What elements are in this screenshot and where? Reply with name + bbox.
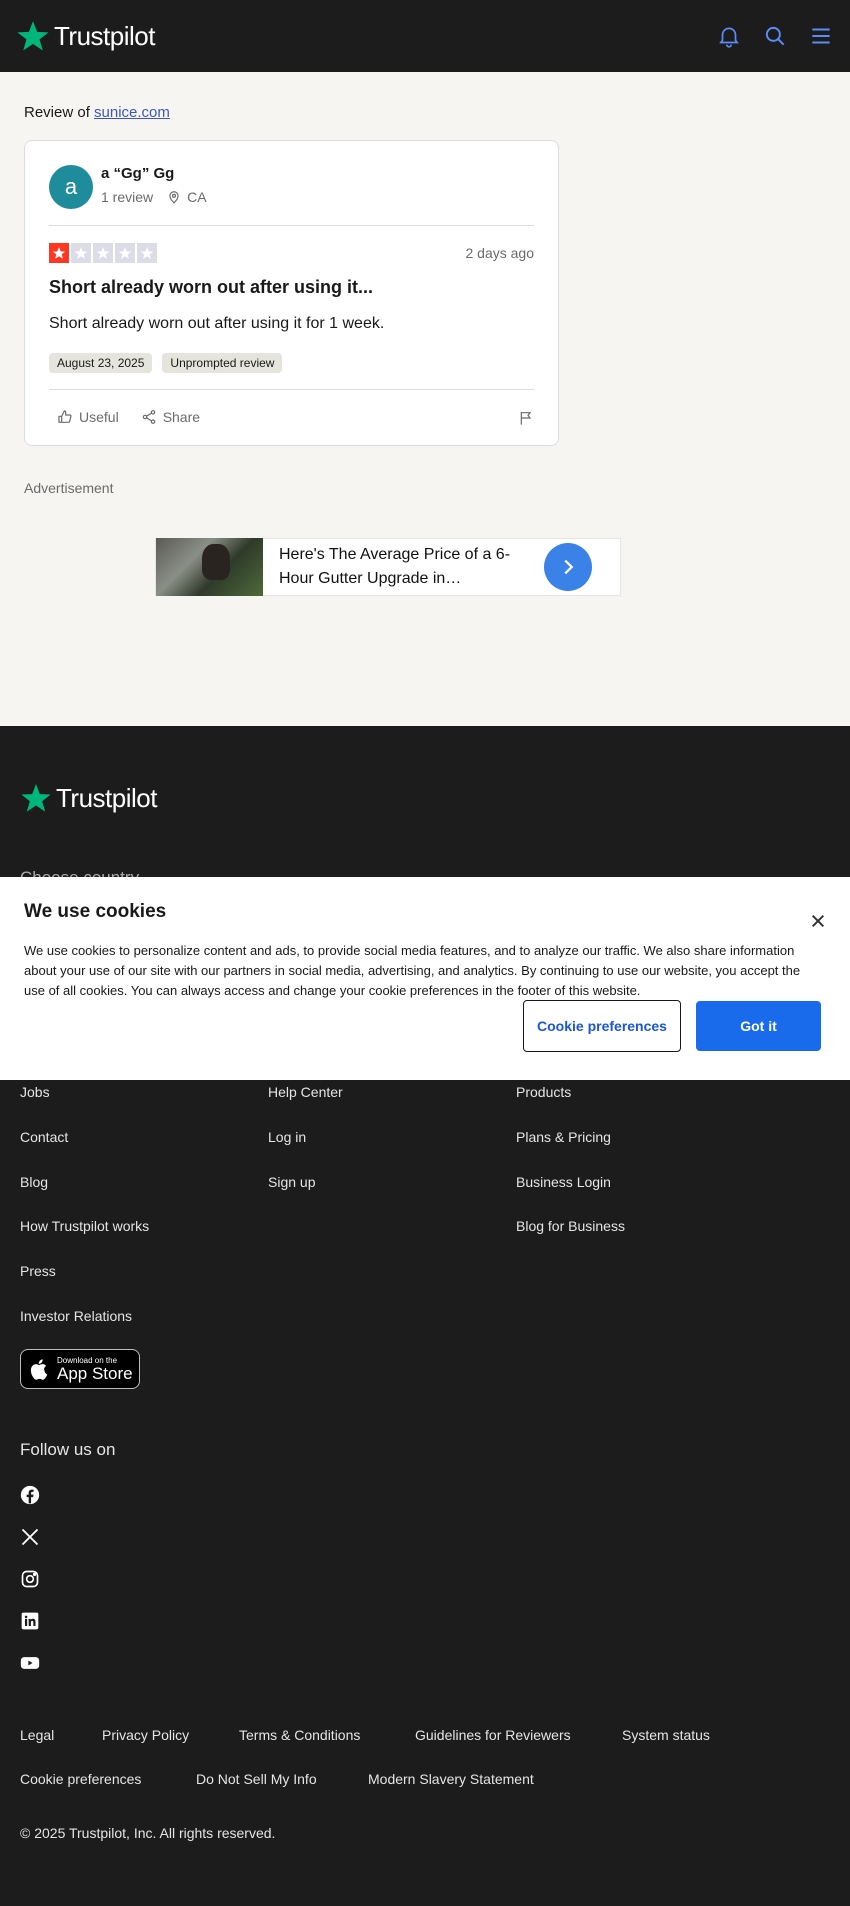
cookie-preferences-button[interactable]: Cookie preferences [523,1000,681,1052]
footer-link-cookie-preferences[interactable]: Cookie preferences [20,1771,141,1787]
footer-link-modern-slavery[interactable]: Modern Slavery Statement [368,1771,534,1787]
star-empty-icon [137,243,157,263]
company-link[interactable]: sunice.com [94,104,170,121]
thumbs-up-icon [58,410,72,423]
avatar[interactable]: a [49,165,93,209]
review-tags: August 23, 2025 Unprompted review [49,353,283,373]
footer-link-how-it-works[interactable]: How Trustpilot works [20,1218,149,1234]
unprompted-tag: Unprompted review [162,353,283,373]
search-icon[interactable] [762,23,788,49]
top-nav: Trustpilot [0,0,850,72]
menu-icon[interactable] [808,23,834,49]
trustpilot-logo[interactable]: Trustpilot [16,19,155,53]
review-count: 1 review [101,189,154,205]
review-card: a a “Gg” Gg 1 review CA 2 days ago Short… [24,140,559,446]
apple-icon [30,1359,48,1380]
footer-link-investor-relations[interactable]: Investor Relations [20,1308,132,1324]
brand-name: Trustpilot [54,20,155,51]
ad-banner[interactable]: Here's The Average Price of a 6-Hour Gut… [155,538,621,596]
star-logo-icon [17,21,49,51]
footer-link-plans-pricing[interactable]: Plans & Pricing [516,1129,611,1145]
cookie-banner: We use cookies We use cookies to persona… [0,877,850,1080]
instagram-icon[interactable] [20,1569,40,1589]
follow-us-label: Follow us on [20,1440,116,1459]
divider [49,225,534,226]
review-date: 2 days ago [465,245,535,261]
review-of-line: Review of sunice.com [24,104,170,121]
app-store-badge[interactable]: Download on the App Store [20,1349,140,1389]
appstore-big-text: App Store [57,1363,133,1383]
reviewer-name[interactable]: a “Gg” Gg [101,165,174,182]
star-empty-icon [115,243,135,263]
copyright: © 2025 Trustpilot, Inc. All rights reser… [20,1825,276,1841]
advertisement-label: Advertisement [24,480,114,496]
date-tag: August 23, 2025 [49,353,153,373]
facebook-icon[interactable] [20,1485,40,1505]
footer-link-privacy-policy[interactable]: Privacy Policy [102,1727,189,1743]
youtube-icon[interactable] [20,1653,40,1673]
bell-icon[interactable] [716,23,742,49]
got-it-button[interactable]: Got it [696,1001,821,1051]
footer-link-do-not-sell[interactable]: Do Not Sell My Info [196,1771,317,1787]
review-of-label: Review of [24,104,90,121]
star-logo-icon [21,784,51,812]
footer-link-blog-for-business[interactable]: Blog for Business [516,1218,625,1234]
footer-link-system-status[interactable]: System status [622,1727,710,1743]
footer-link-terms[interactable]: Terms & Conditions [239,1727,360,1743]
footer-link-jobs[interactable]: Jobs [20,1084,50,1100]
review-title[interactable]: Short already worn out after using it... [49,277,373,298]
location-text: CA [187,189,207,205]
star-empty-icon [71,243,91,263]
footer-link-guidelines[interactable]: Guidelines for Reviewers [415,1727,571,1743]
reviewer-meta: 1 review CA [101,189,207,205]
main-content: Review of sunice.com a a “Gg” Gg 1 revie… [0,72,850,726]
review-body: Short already worn out after using it fo… [49,315,385,332]
cookie-text: We use cookies to personalize content an… [24,943,801,998]
useful-label: Useful [79,409,119,425]
share-icon [142,410,155,424]
star-empty-icon [93,243,113,263]
reviewer-location: CA [167,189,207,205]
footer-link-blog[interactable]: Blog [20,1174,48,1190]
footer-link-sign-up[interactable]: Sign up [268,1174,315,1190]
divider [49,389,534,390]
footer-link-business-login[interactable]: Business Login [516,1174,611,1190]
share-label: Share [162,409,201,425]
footer-link-log-in[interactable]: Log in [268,1129,306,1145]
flag-icon[interactable] [518,409,534,432]
review-actions: Useful Share [57,409,200,425]
x-icon[interactable] [20,1527,40,1547]
ad-image [156,538,263,596]
close-icon[interactable] [810,913,826,929]
chevron-right-icon[interactable] [544,543,592,591]
linkedin-icon[interactable] [20,1611,40,1631]
star-rating [49,243,157,263]
useful-button[interactable]: Useful [57,409,119,425]
footer-link-help-center[interactable]: Help Center [268,1084,343,1100]
location-pin-icon [169,191,179,204]
cookie-title: We use cookies [24,901,167,922]
footer-link-products[interactable]: Products [516,1084,571,1100]
star-filled-icon [49,243,69,263]
footer-link-legal[interactable]: Legal [20,1727,54,1743]
footer-link-contact[interactable]: Contact [20,1129,68,1145]
share-button[interactable]: Share [141,409,200,425]
footer-link-press[interactable]: Press [20,1263,56,1279]
ad-text: Here's The Average Price of a 6-Hour Gut… [279,546,511,587]
footer-logo[interactable]: Trustpilot [20,782,157,814]
brand-name: Trustpilot [56,782,157,813]
